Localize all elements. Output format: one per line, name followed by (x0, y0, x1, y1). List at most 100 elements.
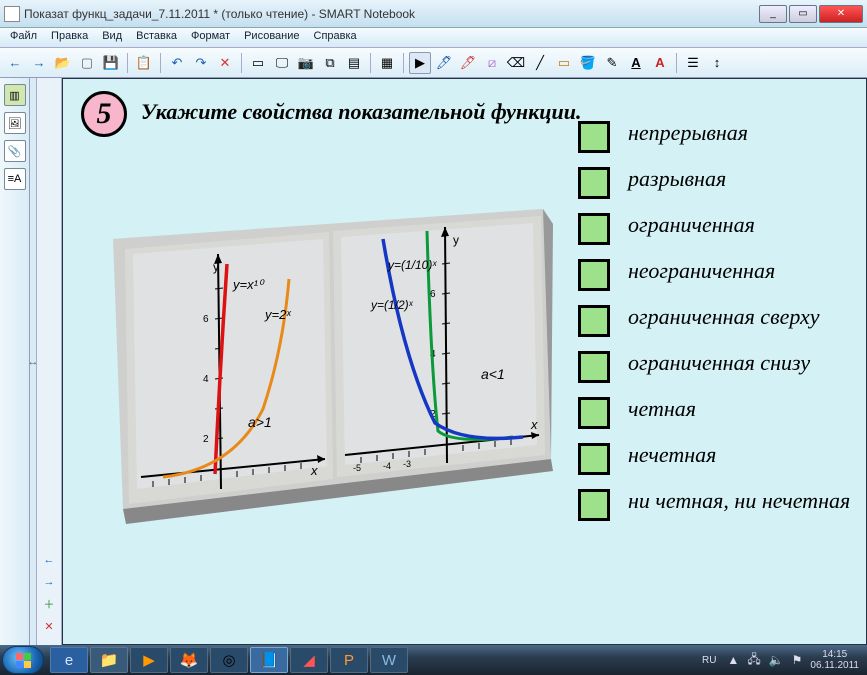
curve-label-1: y=x¹⁰ (232, 277, 265, 292)
close-button[interactable]: ✕ (819, 5, 863, 23)
svg-text:4: 4 (203, 374, 209, 385)
open-button[interactable]: 📂 (52, 52, 74, 74)
fontcolor-button[interactable]: A (649, 52, 671, 74)
tray-network-icon[interactable]: 🖧 (747, 650, 760, 671)
svg-text:-3: -3 (403, 459, 411, 469)
answer-checkbox[interactable] (578, 489, 610, 521)
tray-flag-icon[interactable]: ⚑ (792, 653, 803, 667)
tray-sound-icon[interactable]: 🔈 (769, 653, 784, 667)
screencapture-button[interactable]: 🖵 (271, 52, 293, 74)
menu-bar: Файл Правка Вид Вставка Формат Рисование… (0, 28, 867, 48)
shape-button[interactable]: ▭ (553, 52, 575, 74)
window-title: Показат функц_задачи_7.11.2011 * (только… (24, 7, 759, 21)
axis-x-label: x (530, 417, 538, 432)
toolbar-separator (127, 53, 128, 73)
toolbar-separator (160, 53, 161, 73)
answer-label: разрывная (628, 167, 726, 191)
task-word[interactable]: W (370, 647, 408, 673)
answer-checkbox[interactable] (578, 121, 610, 153)
answer-checkbox[interactable] (578, 167, 610, 199)
highlighter-button[interactable]: ⧄ (481, 52, 503, 74)
save-button[interactable]: 💾 (100, 52, 122, 74)
redo-button[interactable]: ↷ (190, 52, 212, 74)
table-button[interactable]: ▦ (376, 52, 398, 74)
prev-page-button[interactable]: ← (40, 551, 58, 569)
answer-row: ни четная, ни нечетная (578, 489, 850, 521)
svg-text:6: 6 (203, 314, 209, 325)
maximize-button[interactable]: ▭ (789, 5, 817, 23)
task-powerpoint[interactable]: P (330, 647, 368, 673)
answer-row: четная (578, 397, 850, 429)
task-app2[interactable]: ◢ (290, 647, 328, 673)
answer-checkbox[interactable] (578, 305, 610, 337)
minimize-button[interactable]: _ (759, 5, 787, 23)
toolbar-separator (370, 53, 371, 73)
answer-label: ограниченная сверху (628, 305, 819, 329)
toolbar-separator (241, 53, 242, 73)
task-explorer[interactable]: 📁 (90, 647, 128, 673)
forward-button[interactable]: → (28, 52, 50, 74)
undo-button[interactable]: ↶ (166, 52, 188, 74)
delete-button[interactable]: ✕ (214, 52, 236, 74)
text-button[interactable]: A (625, 52, 647, 74)
sidebar: ▥ 🖼 📎 ≡A (0, 78, 30, 645)
magicpen-button[interactable]: ✎ (601, 52, 623, 74)
add-page-button[interactable]: ＋ (40, 595, 58, 613)
answer-checkbox[interactable] (578, 443, 610, 475)
eraser-button[interactable]: ⌫ (505, 52, 527, 74)
next-page-button[interactable]: → (40, 573, 58, 591)
fill-button[interactable]: 🪣 (577, 52, 599, 74)
task-app[interactable]: ◎ (210, 647, 248, 673)
properties-button[interactable]: ☰ (682, 52, 704, 74)
task-firefox[interactable]: 🦊 (170, 647, 208, 673)
doccam-button[interactable]: 📷 (295, 52, 317, 74)
menu-file[interactable]: Файл (4, 28, 43, 47)
pen2-button[interactable]: 🖊 (457, 52, 479, 74)
tab-page-sorter[interactable]: ▥ (4, 84, 26, 106)
answer-label: четная (628, 397, 696, 421)
back-button[interactable]: ← (4, 52, 26, 74)
answer-row: нечетная (578, 443, 850, 475)
menu-help[interactable]: Справка (308, 28, 363, 47)
tab-gallery[interactable]: 🖼 (4, 112, 26, 134)
menu-format[interactable]: Формат (185, 28, 236, 47)
tray-clock[interactable]: 14:15 06.11.2011 (810, 649, 859, 671)
delete-page-button[interactable]: ✕ (40, 617, 58, 635)
answer-checkbox[interactable] (578, 397, 610, 429)
new-button[interactable]: ▢ (76, 52, 98, 74)
pen1-button[interactable]: 🖊 (433, 52, 455, 74)
answer-checkbox[interactable] (578, 213, 610, 245)
answer-row: непрерывная (578, 121, 850, 153)
task-notebook[interactable]: 📘 (250, 647, 288, 673)
answers-list: непрерывная разрывная ограниченная неогр… (578, 121, 850, 521)
tray-date: 06.11.2011 (810, 660, 859, 671)
menu-insert[interactable]: Вставка (130, 28, 183, 47)
select-tool-button[interactable]: ▶ (409, 52, 431, 74)
answer-checkbox[interactable] (578, 259, 610, 291)
answer-label: нечетная (628, 443, 716, 467)
paste-button[interactable]: 📋 (133, 52, 155, 74)
taskbar-apps: e 📁 ▶ 🦊 ◎ 📘 ◢ P W (50, 647, 408, 673)
tray-show-hidden-icon[interactable]: ▲ (727, 653, 739, 667)
screenshade-button[interactable]: ▤ (343, 52, 365, 74)
tab-attachments[interactable]: 📎 (4, 140, 26, 162)
menu-edit[interactable]: Правка (45, 28, 94, 47)
toolbar-separator (676, 53, 677, 73)
fullscreen-button[interactable]: ▭ (247, 52, 269, 74)
answer-label: ни четная, ни нечетная (628, 489, 850, 513)
canvas[interactable]: 5 Укажите свойства показательной функции… (62, 78, 867, 645)
taskbar: e 📁 ▶ 🦊 ◎ 📘 ◢ P W RU ▲ 🖧 🔈 ⚑ 14:15 06.11… (0, 645, 867, 675)
answer-checkbox[interactable] (578, 351, 610, 383)
task-mediaplayer[interactable]: ▶ (130, 647, 168, 673)
start-button[interactable] (2, 646, 44, 674)
line-button[interactable]: ╱ (529, 52, 551, 74)
language-indicator[interactable]: RU (699, 654, 719, 667)
task-ie[interactable]: e (50, 647, 88, 673)
movetoolbar-button[interactable]: ↕ (706, 52, 728, 74)
menu-view[interactable]: Вид (96, 28, 128, 47)
title-bar: Показат функц_задачи_7.11.2011 * (только… (0, 0, 867, 28)
menu-draw[interactable]: Рисование (238, 28, 305, 47)
dualpage-button[interactable]: ⧉ (319, 52, 341, 74)
tab-properties[interactable]: ≡A (4, 168, 26, 190)
curve-label-3: y=(1/10)ˣ (387, 258, 437, 272)
